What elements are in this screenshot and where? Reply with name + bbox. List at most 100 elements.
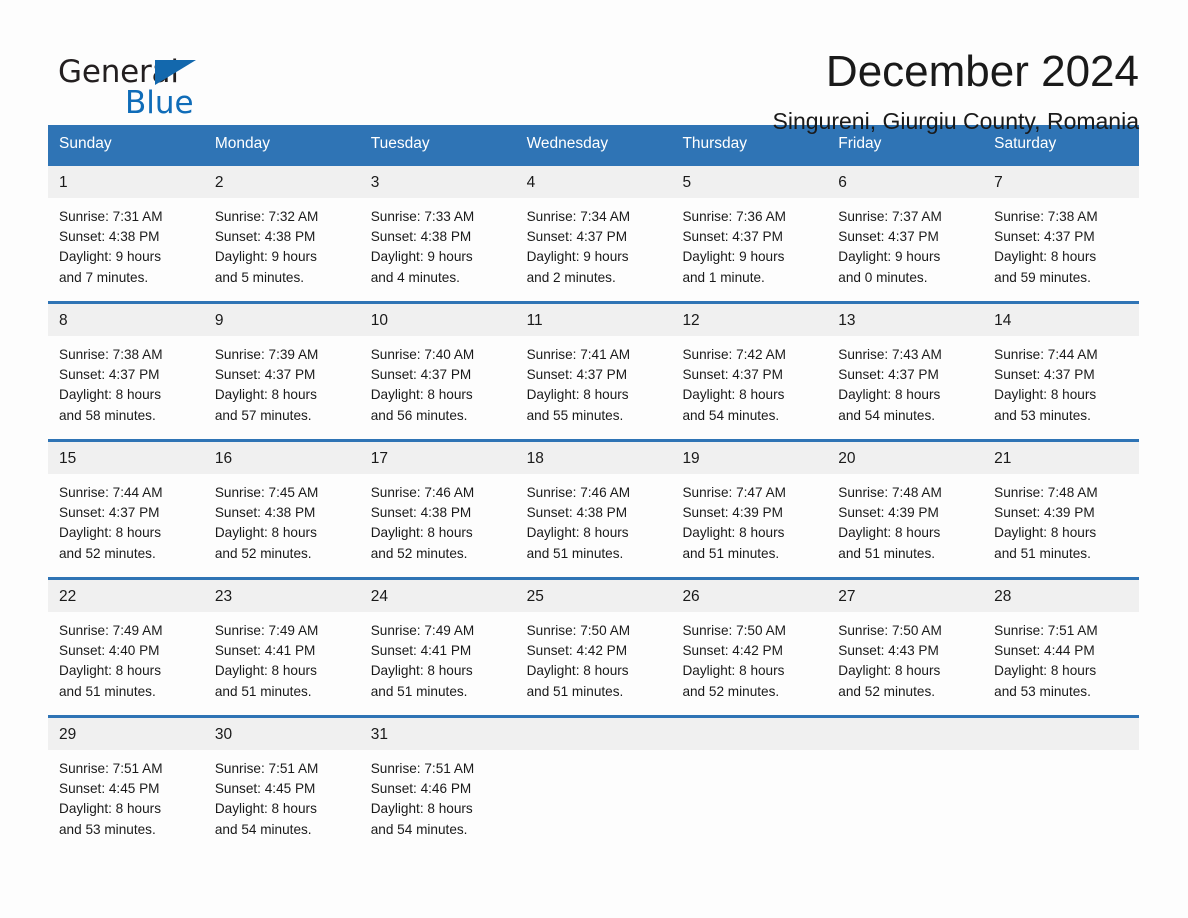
calendar-day-cell[interactable]: 1 Sunrise: 7:31 AM Sunset: 4:38 PM Daylight… [48, 163, 204, 303]
calendar-day-cell[interactable]: 27 Sunrise: 7:50 AM Sunset: 4:43 PM Dayligh… [827, 577, 984, 717]
daylight-text: and 58 minutes. [59, 407, 156, 423]
sunrise-text: Sunrise: 7:34 AM [526, 209, 631, 224]
day-number: 22 [48, 580, 204, 612]
calendar-day-cell[interactable]: 8 Sunrise: 7:38 AM Sunset: 4:37 PM Daylight… [48, 301, 204, 441]
daylight-text: and 51 minutes. [214, 683, 312, 699]
daylight-text: Daylight: 8 hours [994, 387, 1097, 403]
calendar-page: General Blue December 2024 Singureni, Gi… [0, 0, 1188, 918]
day-details: Sunrise: 7:51 AM Sunset: 4:45 PM Daylight:… [48, 750, 204, 853]
calendar-day-cell-empty [671, 715, 828, 853]
calendar-day-cell[interactable]: 6 Sunrise: 7:37 AM Sunset: 4:37 PM Daylight… [827, 163, 984, 303]
sunrise-text: Sunrise: 7:50 AM [682, 623, 786, 638]
sunrise-text: Sunrise: 7:39 AM [214, 347, 319, 362]
day-number: 26 [671, 580, 828, 612]
sunset-text: Sunset: 4:37 PM [838, 229, 939, 245]
calendar-day-cell[interactable]: 26 Sunrise: 7:50 AM Sunset: 4:42 PM Dayligh… [671, 577, 828, 717]
daylight-text: Daylight: 8 hours [682, 387, 785, 403]
day-details: Sunrise: 7:47 AM Sunset: 4:39 PM Daylight:… [671, 474, 827, 577]
calendar-day-cell[interactable]: 17 Sunrise: 7:46 AM Sunset: 4:38 PM Dayligh… [359, 439, 516, 579]
day-details: Sunrise: 7:38 AM Sunset: 4:37 PM Daylight:… [48, 336, 204, 439]
daylight-text: Daylight: 8 hours [838, 663, 941, 679]
calendar-day-cell[interactable]: 23 Sunrise: 7:49 AM Sunset: 4:41 PM Dayligh… [203, 577, 360, 717]
sunrise-text: Sunrise: 7:51 AM [214, 761, 319, 776]
calendar-day-cell[interactable]: 19 Sunrise: 7:47 AM Sunset: 4:39 PM Dayligh… [671, 439, 828, 579]
calendar-day-cell[interactable]: 11 Sunrise: 7:41 AM Sunset: 4:37 PM Dayligh… [515, 301, 672, 441]
calendar-day-cell[interactable]: 5 Sunrise: 7:36 AM Sunset: 4:37 PM Daylight… [671, 163, 828, 303]
calendar-day-cell-empty [983, 715, 1140, 853]
sunset-text: Sunset: 4:41 PM [370, 643, 472, 659]
daylight-text: Daylight: 9 hours [214, 249, 317, 265]
day-details [671, 750, 827, 853]
day-number: 30 [203, 718, 360, 750]
calendar-day-cell[interactable]: 25 Sunrise: 7:50 AM Sunset: 4:42 PM Dayligh… [515, 577, 672, 717]
daylight-text: and 51 minutes. [526, 545, 624, 561]
sunrise-text: Sunrise: 7:31 AM [59, 209, 163, 224]
day-details [827, 750, 983, 853]
daylight-text: Daylight: 8 hours [682, 525, 785, 541]
calendar-day-cell[interactable]: 2 Sunrise: 7:32 AM Sunset: 4:38 PM Daylight… [203, 163, 360, 303]
day-number: 1 [48, 166, 204, 198]
sunrise-text: Sunrise: 7:44 AM [59, 485, 163, 500]
calendar-day-cell[interactable]: 15 Sunrise: 7:44 AM Sunset: 4:37 PM Dayligh… [48, 439, 204, 579]
calendar-day-cell[interactable]: 12 Sunrise: 7:42 AM Sunset: 4:37 PM Dayligh… [671, 301, 828, 441]
daylight-text: and 53 minutes. [994, 407, 1091, 423]
calendar-day-cell[interactable]: 13 Sunrise: 7:43 AM Sunset: 4:37 PM Dayligh… [827, 301, 984, 441]
day-number [827, 718, 984, 750]
calendar-day-cell[interactable]: 29 Sunrise: 7:51 AM Sunset: 4:45 PM Dayligh… [48, 715, 204, 853]
daylight-text: and 51 minutes. [838, 545, 936, 561]
daylight-text: and 54 minutes. [682, 407, 780, 423]
calendar-day-cell[interactable]: 31 Sunrise: 7:51 AM Sunset: 4:46 PM Dayligh… [359, 715, 516, 853]
day-details: Sunrise: 7:44 AM Sunset: 4:37 PM Daylight:… [48, 474, 204, 577]
daylight-text: and 51 minutes. [370, 683, 468, 699]
day-details: Sunrise: 7:39 AM Sunset: 4:37 PM Daylight:… [204, 336, 360, 439]
calendar-day-cell[interactable]: 30 Sunrise: 7:51 AM Sunset: 4:45 PM Dayligh… [203, 715, 360, 853]
calendar-day-cell[interactable]: 3 Sunrise: 7:33 AM Sunset: 4:38 PM Daylight… [359, 163, 516, 303]
sunset-text: Sunset: 4:44 PM [994, 643, 1095, 659]
day-details: Sunrise: 7:45 AM Sunset: 4:38 PM Daylight:… [204, 474, 360, 577]
calendar-day-cell[interactable]: 10 Sunrise: 7:40 AM Sunset: 4:37 PM Dayligh… [359, 301, 516, 441]
calendar-day-cell[interactable]: 24 Sunrise: 7:49 AM Sunset: 4:41 PM Dayligh… [359, 577, 516, 717]
calendar-week-row: 22 Sunrise: 7:49 AM Sunset: 4:40 PM Dayligh… [48, 577, 1140, 717]
sunrise-text: Sunrise: 7:38 AM [59, 347, 163, 362]
sunset-text: Sunset: 4:38 PM [370, 229, 472, 245]
weekday-header-sunday: Sunday [48, 125, 204, 165]
daylight-text: Daylight: 8 hours [994, 663, 1097, 679]
sunrise-text: Sunrise: 7:33 AM [370, 209, 475, 224]
calendar-day-cell[interactable]: 18 Sunrise: 7:46 AM Sunset: 4:38 PM Dayligh… [515, 439, 672, 579]
sunrise-sunset-calendar: Sunday Monday Tuesday Wednesday Thursday… [48, 125, 1140, 853]
day-number: 25 [515, 580, 672, 612]
page-title: December 2024 [825, 47, 1139, 96]
sunrise-text: Sunrise: 7:43 AM [838, 347, 942, 362]
daylight-text: Daylight: 8 hours [214, 387, 317, 403]
day-number: 27 [827, 580, 984, 612]
day-number: 16 [203, 442, 360, 474]
day-number: 18 [515, 442, 672, 474]
daylight-text: Daylight: 8 hours [59, 525, 162, 541]
sunset-text: Sunset: 4:37 PM [59, 367, 160, 383]
calendar-day-cell[interactable]: 22 Sunrise: 7:49 AM Sunset: 4:40 PM Dayligh… [48, 577, 204, 717]
sunrise-text: Sunrise: 7:38 AM [994, 209, 1098, 224]
sunset-text: Sunset: 4:37 PM [994, 367, 1095, 383]
daylight-text: and 54 minutes. [214, 821, 312, 837]
calendar-day-cell-empty [827, 715, 984, 853]
calendar-day-cell[interactable]: 9 Sunrise: 7:39 AM Sunset: 4:37 PM Daylight… [203, 301, 360, 441]
calendar-day-cell[interactable]: 20 Sunrise: 7:48 AM Sunset: 4:39 PM Dayligh… [827, 439, 984, 579]
daylight-text: Daylight: 8 hours [994, 249, 1097, 265]
daylight-text: and 51 minutes. [59, 683, 156, 699]
daylight-text: Daylight: 8 hours [526, 387, 629, 403]
calendar-day-cell[interactable]: 7 Sunrise: 7:38 AM Sunset: 4:37 PM Daylight… [983, 163, 1140, 303]
sunset-text: Sunset: 4:43 PM [838, 643, 939, 659]
calendar-day-cell[interactable]: 4 Sunrise: 7:34 AM Sunset: 4:37 PM Daylight… [515, 163, 672, 303]
day-number: 23 [203, 580, 360, 612]
calendar-day-cell[interactable]: 21 Sunrise: 7:48 AM Sunset: 4:39 PM Dayligh… [983, 439, 1140, 579]
sunrise-text: Sunrise: 7:46 AM [526, 485, 631, 500]
daylight-text: Daylight: 8 hours [214, 801, 317, 817]
sunset-text: Sunset: 4:39 PM [682, 505, 783, 521]
general-blue-logo[interactable]: General Blue [58, 46, 218, 121]
daylight-text: Daylight: 8 hours [370, 525, 473, 541]
calendar-day-cell[interactable]: 14 Sunrise: 7:44 AM Sunset: 4:37 PM Dayligh… [983, 301, 1140, 441]
daylight-text: Daylight: 8 hours [214, 663, 317, 679]
day-number: 29 [48, 718, 204, 750]
calendar-day-cell[interactable]: 28 Sunrise: 7:51 AM Sunset: 4:44 PM Dayligh… [983, 577, 1140, 717]
calendar-day-cell[interactable]: 16 Sunrise: 7:45 AM Sunset: 4:38 PM Dayligh… [203, 439, 360, 579]
